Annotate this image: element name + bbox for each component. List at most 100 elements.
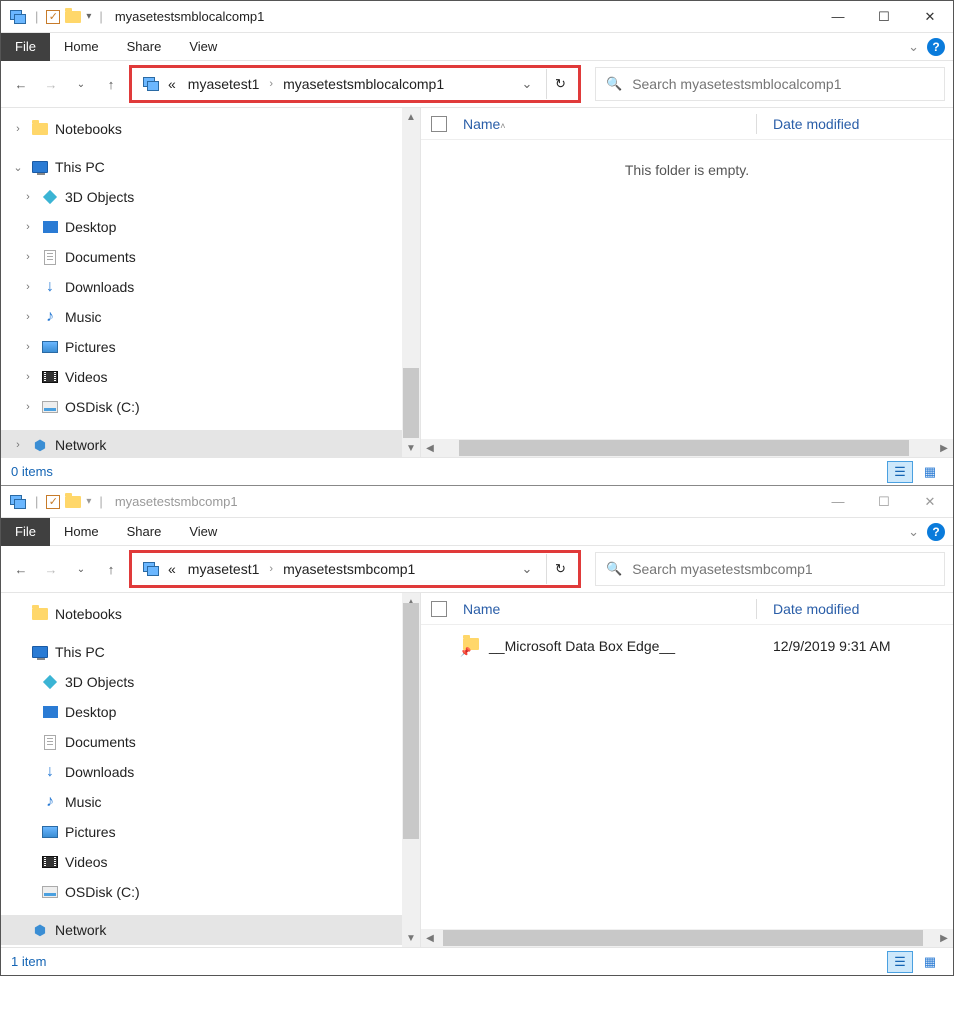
forward-button[interactable]: → <box>39 72 63 96</box>
column-header[interactable]: Name ˄ Date modified <box>421 108 953 140</box>
breadcrumb-root[interactable]: myasetest1 <box>184 559 264 579</box>
tree-music[interactable]: ›♪Music <box>1 787 420 817</box>
recent-dropdown[interactable]: ⌄ <box>69 72 93 96</box>
breadcrumb-current[interactable]: myasetestsmblocalcomp1 <box>279 74 448 94</box>
h-scrollbar[interactable]: ◀ ▶ <box>421 929 953 947</box>
scroll-down-icon[interactable]: ▼ <box>402 439 420 457</box>
up-button[interactable]: ↑ <box>99 557 123 581</box>
scroll-right-icon[interactable]: ▶ <box>935 929 953 947</box>
up-button[interactable]: ↑ <box>99 72 123 96</box>
minimize-button[interactable]: — <box>815 486 861 518</box>
file-tab[interactable]: File <box>1 518 50 546</box>
tree-notebooks[interactable]: ›Notebooks <box>1 114 420 144</box>
tree-desktop[interactable]: ›Desktop <box>1 212 420 242</box>
h-scroll-thumb[interactable] <box>459 440 909 456</box>
close-button[interactable]: ✕ <box>907 1 953 33</box>
search-box[interactable]: 🔍 <box>595 552 945 586</box>
h-scroll-thumb[interactable] <box>443 930 923 946</box>
forward-button[interactable]: → <box>39 557 63 581</box>
help-icon[interactable]: ? <box>927 523 945 541</box>
address-bar[interactable]: « myasetest1 › myasetestsmbcomp1 ⌄ <box>136 554 544 584</box>
share-tab[interactable]: Share <box>113 518 176 546</box>
address-bar[interactable]: « myasetest1 › myasetestsmblocalcomp1 ⌄ <box>136 69 544 99</box>
thumbnails-view-button[interactable]: ▦ <box>917 951 943 973</box>
titlebar[interactable]: | ✓ ▾ | myasetestsmblocalcomp1 — ☐ ✕ <box>1 1 953 33</box>
back-button[interactable]: ← <box>9 557 33 581</box>
details-view-button[interactable]: ☰ <box>887 951 913 973</box>
refresh-button[interactable]: ↻ <box>546 69 574 99</box>
column-name[interactable]: Name <box>463 601 740 617</box>
column-date[interactable]: Date modified <box>773 601 943 617</box>
scroll-right-icon[interactable]: ▶ <box>935 439 953 457</box>
tree-documents[interactable]: ›Documents <box>1 727 420 757</box>
breadcrumb-prefix[interactable]: « <box>164 74 180 94</box>
breadcrumb-sep-icon[interactable]: › <box>267 78 275 90</box>
maximize-button[interactable]: ☐ <box>861 486 907 518</box>
scroll-down-icon[interactable]: ▼ <box>402 929 420 947</box>
view-tab[interactable]: View <box>175 33 231 61</box>
details-view-button[interactable]: ☰ <box>887 461 913 483</box>
view-tab[interactable]: View <box>175 518 231 546</box>
tree-videos[interactable]: ›Videos <box>1 362 420 392</box>
qat-properties-icon[interactable]: ✓ <box>46 10 60 24</box>
help-icon[interactable]: ? <box>927 38 945 56</box>
select-all-checkbox[interactable] <box>431 601 447 617</box>
tree-scrollbar[interactable]: ▲ ▼ <box>402 593 420 947</box>
file-row[interactable]: 📌 __Microsoft Data Box Edge__ 12/9/2019 … <box>421 631 953 661</box>
refresh-button[interactable]: ↻ <box>546 554 574 584</box>
tree-osdisk[interactable]: ›OSDisk (C:) <box>1 392 420 422</box>
back-button[interactable]: ← <box>9 72 33 96</box>
tree-network[interactable]: ›⬢Network <box>1 915 420 945</box>
maximize-button[interactable]: ☐ <box>861 1 907 33</box>
nav-tree[interactable]: ›Notebooks ⌄This PC ›3D Objects ›Desktop… <box>1 108 421 457</box>
address-dropdown-icon[interactable]: ⌄ <box>516 561 538 577</box>
home-tab[interactable]: Home <box>50 33 113 61</box>
tree-notebooks[interactable]: ›Notebooks <box>1 599 420 629</box>
tree-network[interactable]: ›⬢Network <box>1 430 420 457</box>
tree-pictures[interactable]: ›Pictures <box>1 332 420 362</box>
tree-videos[interactable]: ›Videos <box>1 847 420 877</box>
search-input[interactable] <box>632 76 934 92</box>
thumbnails-view-button[interactable]: ▦ <box>917 461 943 483</box>
tree-3dobjects[interactable]: ›3D Objects <box>1 667 420 697</box>
search-box[interactable]: 🔍 <box>595 67 945 101</box>
breadcrumb-sep-icon[interactable]: › <box>267 563 275 575</box>
home-tab[interactable]: Home <box>50 518 113 546</box>
tree-desktop[interactable]: ›Desktop <box>1 697 420 727</box>
qat-dropdown-icon[interactable]: ▾ <box>86 11 91 22</box>
qat-properties-icon[interactable]: ✓ <box>46 495 60 509</box>
column-name[interactable]: Name ˄ <box>463 116 740 132</box>
qat-newfolder-icon[interactable] <box>64 493 82 511</box>
ribbon-expand-icon[interactable]: ⌄ <box>908 39 919 55</box>
qat-newfolder-icon[interactable] <box>64 8 82 26</box>
qat-dropdown-icon[interactable]: ▾ <box>86 496 91 507</box>
minimize-button[interactable]: — <box>815 1 861 33</box>
select-all-checkbox[interactable] <box>431 116 447 132</box>
column-date[interactable]: Date modified <box>773 116 943 132</box>
breadcrumb-root[interactable]: myasetest1 <box>184 74 264 94</box>
ribbon-expand-icon[interactable]: ⌄ <box>908 524 919 540</box>
breadcrumb-current[interactable]: myasetestsmbcomp1 <box>279 559 419 579</box>
file-tab[interactable]: File <box>1 33 50 61</box>
search-input[interactable] <box>632 561 934 577</box>
tree-thispc[interactable]: ⌄This PC <box>1 637 420 667</box>
tree-osdisk[interactable]: ›OSDisk (C:) <box>1 877 420 907</box>
tree-documents[interactable]: ›Documents <box>1 242 420 272</box>
tree-3dobjects[interactable]: ›3D Objects <box>1 182 420 212</box>
nav-tree[interactable]: ›Notebooks ⌄This PC ›3D Objects ›Desktop… <box>1 593 421 947</box>
address-dropdown-icon[interactable]: ⌄ <box>516 76 538 92</box>
tree-downloads[interactable]: ›↓Downloads <box>1 272 420 302</box>
share-tab[interactable]: Share <box>113 33 176 61</box>
recent-dropdown[interactable]: ⌄ <box>69 557 93 581</box>
close-button[interactable]: ✕ <box>907 486 953 518</box>
h-scrollbar[interactable]: ◀ ▶ <box>421 439 953 457</box>
tree-music[interactable]: ›♪Music <box>1 302 420 332</box>
column-header[interactable]: Name Date modified <box>421 593 953 625</box>
tree-thispc[interactable]: ⌄This PC <box>1 152 420 182</box>
scroll-thumb[interactable] <box>403 368 419 438</box>
tree-pictures[interactable]: ›Pictures <box>1 817 420 847</box>
scroll-up-icon[interactable]: ▲ <box>402 108 420 126</box>
tree-downloads[interactable]: ›↓Downloads <box>1 757 420 787</box>
scroll-left-icon[interactable]: ◀ <box>421 929 439 947</box>
tree-scrollbar[interactable]: ▲ ▼ <box>402 108 420 457</box>
